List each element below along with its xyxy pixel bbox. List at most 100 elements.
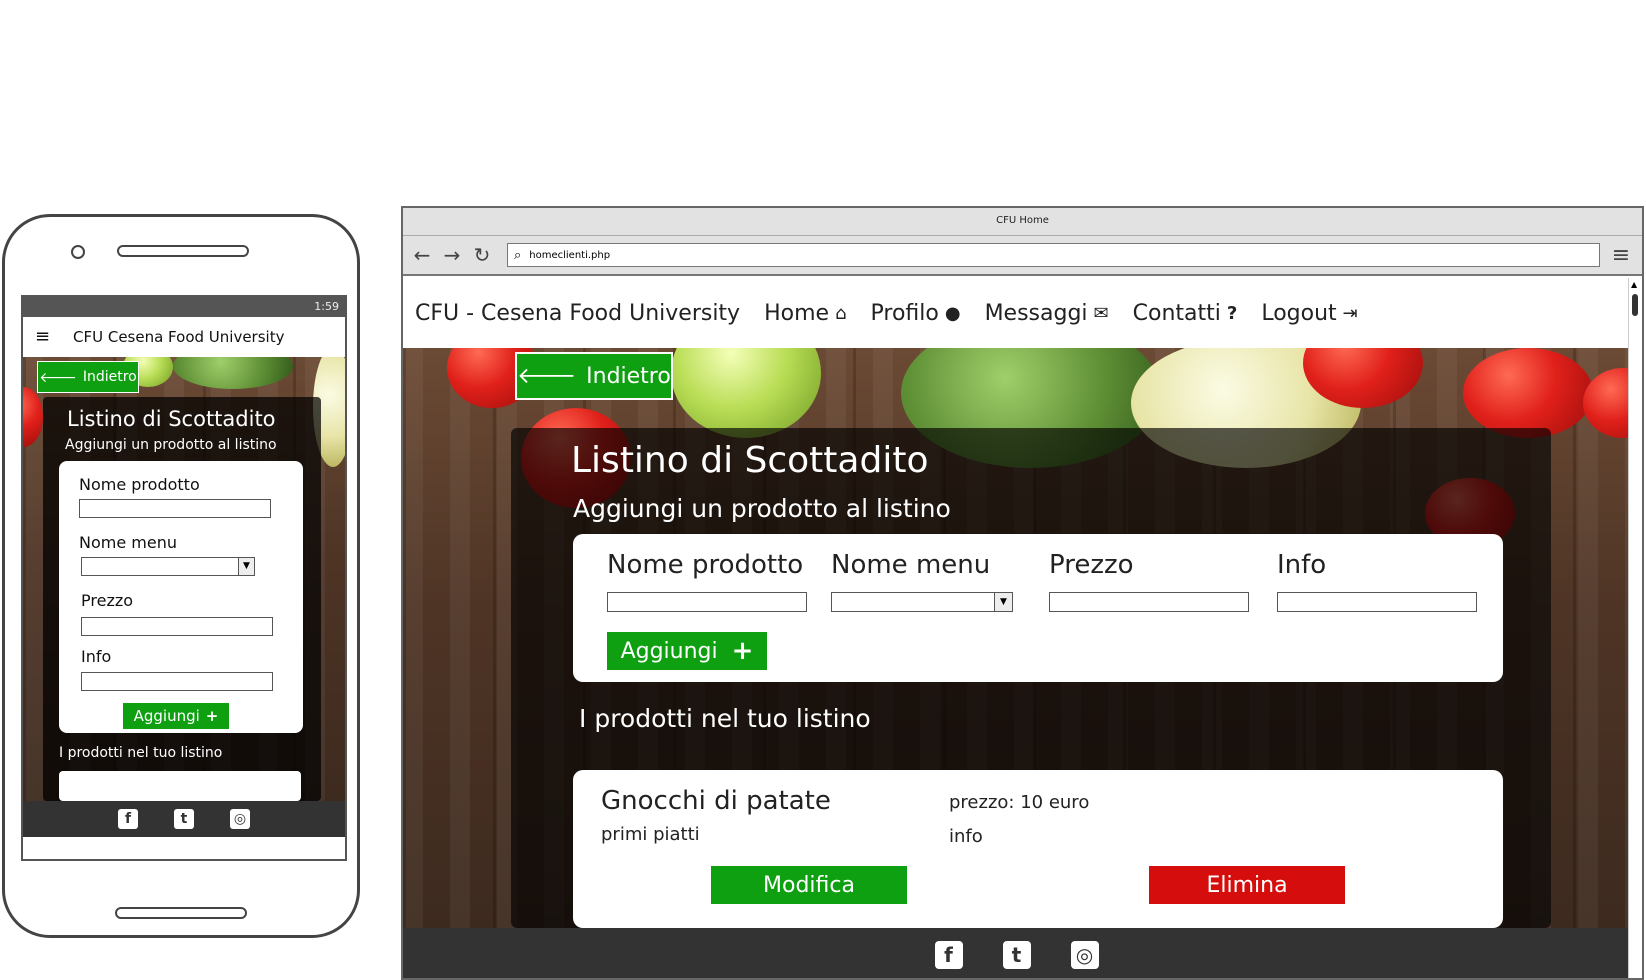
- instagram-icon[interactable]: ◎: [1070, 941, 1099, 969]
- user-icon: ●: [944, 302, 961, 324]
- arrow-left-icon: 🡐: [39, 369, 77, 386]
- status-time: 1:59: [314, 300, 339, 313]
- price-label: Prezzo: [81, 591, 134, 610]
- nav-brand-label: CFU - Cesena Food University: [415, 300, 741, 326]
- sign-out-icon: ⇥: [1342, 302, 1358, 324]
- phone-header: ≡ CFU Cesena Food University: [23, 317, 345, 357]
- nav-home[interactable]: Home ⌂: [764, 301, 846, 326]
- nav-logout[interactable]: Logout ⇥: [1261, 301, 1357, 326]
- chevron-down-icon[interactable]: ▼: [994, 593, 1012, 611]
- nav-profile-label: Profilo: [870, 300, 939, 326]
- product-category: primi piatti: [601, 824, 700, 845]
- plus-icon: +: [731, 636, 754, 666]
- price-label: Prezzo: [1049, 550, 1134, 580]
- info-label: Info: [81, 647, 112, 666]
- browser-toolbar: ← → ↻ ⌕ homeclienti.php ≡: [403, 236, 1642, 276]
- twitter-icon[interactable]: t: [174, 809, 194, 829]
- phone-home-button: [115, 907, 247, 919]
- product-name-label: Nome prodotto: [607, 550, 804, 580]
- scroll-up-icon[interactable]: ▲: [1631, 280, 1637, 289]
- browser-menu-icon[interactable]: ≡: [1608, 243, 1634, 268]
- nav-contacts-label: Contatti: [1132, 300, 1221, 326]
- plus-icon: +: [205, 707, 219, 725]
- product-list-title: I prodotti nel tuo listino: [579, 704, 871, 733]
- product-name-label: Nome prodotto: [79, 475, 200, 494]
- nav-brand[interactable]: CFU - Cesena Food University: [415, 301, 740, 326]
- tomato-decoration: [1583, 368, 1630, 438]
- menu-name-select[interactable]: ▼: [81, 557, 255, 576]
- reload-icon[interactable]: ↻: [471, 243, 493, 267]
- add-button-label: Aggiungi: [133, 707, 200, 725]
- address-bar[interactable]: ⌕ homeclienti.php: [507, 243, 1600, 267]
- info-label: Info: [1277, 550, 1327, 580]
- twitter-icon[interactable]: t: [1002, 941, 1031, 969]
- chevron-down-icon[interactable]: ▼: [238, 558, 254, 575]
- nav-messages[interactable]: Messaggi ✉: [985, 301, 1109, 326]
- page-subtitle: Aggiungi un prodotto al listino: [573, 494, 951, 523]
- menu-name-select[interactable]: ▼: [831, 592, 1013, 612]
- nav-contacts[interactable]: Contatti ?: [1133, 301, 1238, 326]
- page-title: Listino di Scottadito: [67, 407, 276, 431]
- product-name: Gnocchi di patate: [601, 786, 831, 816]
- phone-footer: f t ◎: [23, 801, 345, 837]
- facebook-icon[interactable]: f: [934, 941, 963, 969]
- facebook-icon[interactable]: f: [118, 809, 138, 829]
- forward-arrow-icon[interactable]: →: [441, 243, 463, 267]
- arrow-left-icon: 🡐: [517, 364, 577, 389]
- phone-speaker: [117, 245, 249, 257]
- add-button-label: Aggiungi: [620, 638, 718, 664]
- product-card: Gnocchi di patate primi piatti prezzo: 1…: [573, 770, 1503, 928]
- hamburger-menu-icon[interactable]: ≡: [35, 328, 51, 346]
- add-product-form: Nome prodotto Nome menu ▼ Prezzo Info Ag…: [59, 461, 303, 733]
- product-price: prezzo: 10 euro: [949, 792, 1090, 813]
- delete-button[interactable]: Elimina: [1149, 866, 1345, 904]
- browser-mockup: CFU Home ← → ↻ ⌕ homeclienti.php ≡ CFU -…: [401, 206, 1644, 980]
- question-icon: ?: [1226, 302, 1238, 324]
- nav-logout-label: Logout: [1261, 300, 1337, 326]
- info-input[interactable]: [81, 672, 273, 691]
- page-title: Listino di Scottadito: [571, 440, 929, 481]
- site-footer: f t ◎: [403, 928, 1630, 978]
- price-input[interactable]: [81, 617, 273, 636]
- menu-name-label: Nome menu: [831, 550, 991, 580]
- phone-content: 🡐 Indietro Listino di Scottadito Aggiung…: [23, 357, 345, 801]
- home-icon: ⌂: [835, 302, 847, 324]
- back-button[interactable]: 🡐 Indietro: [37, 361, 139, 393]
- envelope-icon: ✉: [1093, 302, 1109, 324]
- phone-screen: 1:59 ≡ CFU Cesena Food University 🡐 Indi…: [21, 295, 347, 861]
- nav-profile[interactable]: Profilo ●: [871, 301, 961, 326]
- back-button-label: Indietro: [82, 369, 137, 385]
- product-list-title: I prodotti nel tuo listino: [59, 745, 223, 761]
- url-text: homeclienti.php: [529, 249, 611, 261]
- back-button-label: Indietro: [586, 363, 671, 389]
- site-navbar: CFU - Cesena Food University Home ⌂ Prof…: [403, 278, 1630, 348]
- browser-title-bar: CFU Home: [403, 208, 1642, 236]
- phone-footer-spacer: [23, 837, 345, 859]
- edit-button[interactable]: Modifica: [711, 866, 907, 904]
- add-button[interactable]: Aggiungi +: [123, 703, 229, 729]
- info-input[interactable]: [1277, 592, 1477, 612]
- phone-mockup: 1:59 ≡ CFU Cesena Food University 🡐 Indi…: [2, 214, 360, 938]
- search-icon: ⌕: [514, 247, 522, 263]
- add-button[interactable]: Aggiungi +: [607, 632, 767, 670]
- instagram-icon[interactable]: ◎: [230, 809, 250, 829]
- product-name-input[interactable]: [79, 499, 271, 518]
- menu-name-label: Nome menu: [79, 533, 177, 552]
- phone-header-title: CFU Cesena Food University: [73, 328, 285, 346]
- window-title: CFU Home: [996, 215, 1049, 226]
- product-name-input[interactable]: [607, 592, 807, 612]
- product-info: info: [949, 826, 983, 847]
- price-input[interactable]: [1049, 592, 1249, 612]
- status-bar: 1:59: [23, 297, 345, 317]
- back-button[interactable]: 🡐 Indietro: [515, 352, 673, 400]
- scrollbar-thumb[interactable]: [1632, 294, 1638, 316]
- mockup-stage: 1:59 ≡ CFU Cesena Food University 🡐 Indi…: [0, 0, 1646, 980]
- add-product-form: Nome prodotto Nome menu ▼ Prezzo Info Ag…: [573, 534, 1503, 682]
- tomato-decoration: [1463, 348, 1593, 438]
- apple-decoration: [671, 348, 821, 438]
- nav-messages-label: Messaggi: [984, 300, 1088, 326]
- phone-camera: [71, 245, 85, 259]
- back-arrow-icon[interactable]: ←: [411, 243, 433, 267]
- vertical-scrollbar[interactable]: ▲: [1628, 278, 1642, 978]
- nav-home-label: Home: [764, 300, 830, 326]
